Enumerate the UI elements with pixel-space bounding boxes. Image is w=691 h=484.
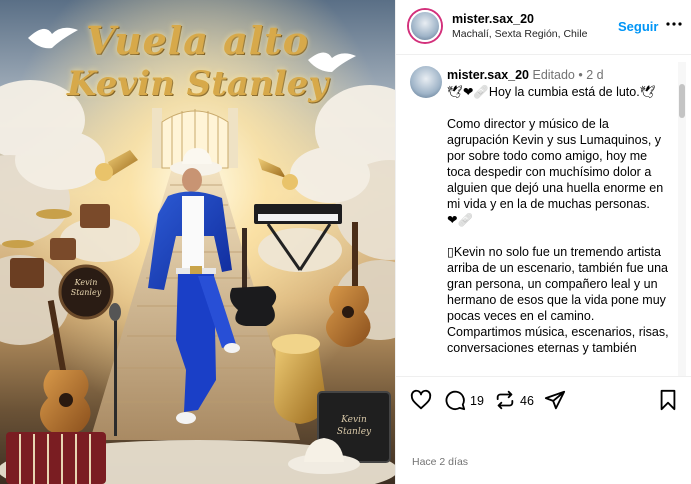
amplifier-logo-text: Kevin Stanley	[336, 415, 372, 437]
caption-paragraph-3: ▯Kevin no solo fue un tremendo artista a…	[447, 244, 672, 356]
caption-header: mister.sax_20 Editado • 2 d	[447, 68, 604, 82]
caption-paragraph-3-text: Kevin no solo fue un tremendo artista ar…	[447, 245, 669, 355]
headline-vuela-alto: Vuela alto	[85, 18, 310, 63]
follow-button[interactable]: Seguir	[618, 19, 658, 34]
repost-count: 46	[520, 394, 534, 408]
share-icon[interactable]	[544, 389, 566, 411]
caption-scrollbar-thumb[interactable]	[679, 84, 685, 118]
caption-author-avatar[interactable]	[410, 66, 442, 98]
post-image[interactable]: Vuela alto Kevin Stanley Kevin Stanley K…	[0, 0, 395, 484]
post-location[interactable]: Machalí, Sexta Región, Chile	[452, 28, 587, 40]
repost-icon[interactable]	[494, 389, 516, 411]
comment-count: 19	[470, 394, 484, 408]
caption-paragraph-1: 🕊❤🩹Hoy la cumbia está de luto.🕊	[447, 84, 672, 100]
action-bar: 19 46	[396, 376, 691, 424]
post-header: mister.sax_20 Machalí, Sexta Región, Chi…	[396, 0, 691, 55]
author-username[interactable]: mister.sax_20	[452, 12, 534, 26]
caption-text: 🕊❤🩹Hoy la cumbia está de luto.🕊 Como dir…	[447, 84, 672, 372]
post-side-panel: mister.sax_20 Machalí, Sexta Región, Chi…	[395, 0, 691, 484]
accordion	[6, 432, 106, 484]
dove-emoji: 🕊	[639, 85, 656, 99]
caption-area: mister.sax_20 Editado • 2 d 🕊❤🩹Hoy la cu…	[396, 56, 691, 376]
missing-glyph: ▯	[447, 245, 454, 259]
caption-paragraph-2: Como director y músico de la agrupación …	[447, 116, 672, 228]
caption-paragraph-2-text: Como director y músico de la agrupación …	[447, 117, 664, 211]
caption-username[interactable]: mister.sax_20	[447, 68, 529, 82]
bass-drum-logo-text: Kevin Stanley	[70, 278, 102, 297]
instagram-post: Vuela alto Kevin Stanley Kevin Stanley K…	[0, 0, 691, 484]
heart-icon[interactable]	[410, 389, 432, 411]
headline-artist-name: Kevin Stanley	[67, 64, 328, 104]
bookmark-icon[interactable]	[658, 389, 678, 411]
author-avatar[interactable]	[409, 10, 441, 42]
heart-bandage-emoji: ❤🩹	[447, 213, 474, 227]
caption-line-1: Hoy la cumbia está de luto.	[488, 85, 640, 99]
post-date[interactable]: Hace 2 días	[412, 456, 468, 468]
more-horizontal-icon[interactable]	[666, 18, 682, 30]
emoji-prefix: 🕊❤🩹	[447, 85, 489, 99]
caption-meta: Editado • 2 d	[529, 68, 604, 82]
comment-icon[interactable]	[444, 389, 466, 411]
